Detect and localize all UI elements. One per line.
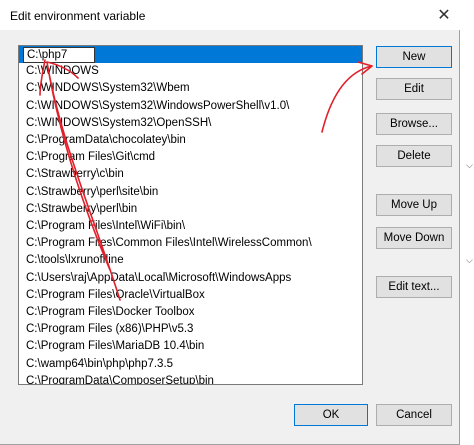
background-chevron-icon: ⌵ <box>466 255 473 265</box>
list-item[interactable]: C:\Program Files\Intel\WiFi\bin\ <box>19 218 362 235</box>
list-item[interactable]: C:\Strawberry\perl\site\bin <box>19 184 362 201</box>
list-item[interactable]: C:\wamp64\bin\php\php7.3.5 <box>19 356 362 373</box>
list-item[interactable]: C:\ProgramData\chocolatey\bin <box>19 132 362 149</box>
list-item[interactable]: C:\tools\lxrunoffline <box>19 252 362 269</box>
background-chevron-icon: ⌵ <box>466 160 473 170</box>
list-item[interactable]: C:\Program Files\MariaDB 10.4\bin <box>19 338 362 355</box>
list-item[interactable]: C:\WINDOWS <box>19 63 362 80</box>
list-item[interactable]: C:\Program Files\Oracle\VirtualBox <box>19 287 362 304</box>
move-down-button[interactable]: Move Down <box>376 227 452 249</box>
list-item[interactable]: C:\Program Files\Common Files\Intel\Wire… <box>19 235 362 252</box>
list-item[interactable]: C:\Strawberry\perl\bin <box>19 201 362 218</box>
cancel-button[interactable]: Cancel <box>376 404 452 426</box>
browse-button[interactable]: Browse... <box>376 113 452 135</box>
ok-button[interactable]: OK <box>294 404 368 426</box>
list-item[interactable]: C:\WINDOWS\System32\WindowsPowerShell\v1… <box>19 98 362 115</box>
background-window-strip <box>461 0 474 445</box>
edit-environment-variable-dialog: Edit environment variable ✕ C:\WINDOWSC:… <box>0 0 460 445</box>
close-icon: ✕ <box>437 7 451 24</box>
delete-button[interactable]: Delete <box>376 145 452 167</box>
inline-edit-field[interactable] <box>23 47 95 63</box>
list-item[interactable]: C:\Program Files\Git\cmd <box>19 149 362 166</box>
list-item[interactable]: C:\WINDOWS\System32\Wbem <box>19 80 362 97</box>
move-up-button[interactable]: Move Up <box>376 194 452 216</box>
close-button[interactable]: ✕ <box>432 4 456 26</box>
list-item[interactable]: C:\ProgramData\ComposerSetup\bin <box>19 373 362 384</box>
title-bar: Edit environment variable ✕ <box>0 0 460 30</box>
list-item[interactable]: C:\Program Files\Docker Toolbox <box>19 304 362 321</box>
list-item[interactable]: C:\WINDOWS\System32\OpenSSH\ <box>19 115 362 132</box>
edit-text-button[interactable]: Edit text... <box>376 276 452 298</box>
path-list[interactable]: C:\WINDOWSC:\WINDOWS\System32\WbemC:\WIN… <box>18 45 363 385</box>
new-button[interactable]: New <box>376 46 452 68</box>
edit-button[interactable]: Edit <box>376 78 452 100</box>
list-item-selected[interactable] <box>19 46 362 63</box>
window-title: Edit environment variable <box>10 9 146 23</box>
list-item[interactable]: C:\Program Files (x86)\PHP\v5.3 <box>19 321 362 338</box>
list-item[interactable]: C:\Users\raj\AppData\Local\Microsoft\Win… <box>19 270 362 287</box>
list-item[interactable]: C:\Strawberry\c\bin <box>19 166 362 183</box>
